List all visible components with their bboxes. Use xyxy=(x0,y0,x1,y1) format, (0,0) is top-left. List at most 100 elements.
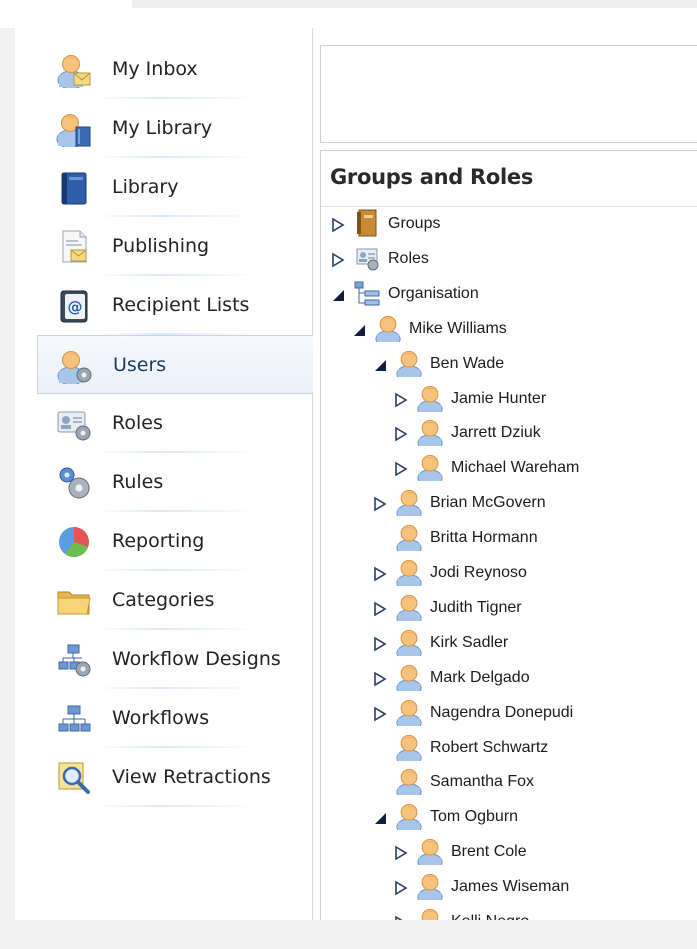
tree-node[interactable]: Judith Tigner xyxy=(321,591,697,625)
tree-node-label: Mike Williams xyxy=(409,320,507,337)
tree-node[interactable]: Ben Wade xyxy=(321,347,697,381)
folder-icon xyxy=(56,583,92,619)
expand-arrow-icon[interactable] xyxy=(394,915,408,920)
gears-icon xyxy=(56,465,92,501)
user-icon xyxy=(395,593,423,621)
top-strip-bar xyxy=(132,0,697,8)
tree-node[interactable]: Samantha Fox xyxy=(321,765,697,799)
sidebar-item-label: Rules xyxy=(112,471,164,493)
tree-node[interactable]: Kirk Sadler xyxy=(321,626,697,660)
tree-node-label: Nagendra Donepudi xyxy=(430,704,574,721)
sidebar-item-reporting[interactable]: Reporting xyxy=(37,512,312,571)
expand-arrow-icon[interactable] xyxy=(373,566,387,582)
sidebar-separator xyxy=(97,805,257,807)
tree-node-label: James Wiseman xyxy=(451,878,570,895)
sidebar-item-recipient-lists[interactable]: @ Recipient Lists xyxy=(37,276,312,335)
tree-node[interactable]: Kelli Negro xyxy=(321,905,697,920)
content-area: Groups and Roles Groups Roles Organisation… xyxy=(313,28,697,920)
sidebar-item-label: Publishing xyxy=(112,235,210,257)
expand-arrow-icon[interactable] xyxy=(373,601,387,617)
workflow-gear-icon xyxy=(56,642,92,678)
expand-arrow-icon[interactable] xyxy=(394,880,408,896)
tree-node-label: Britta Hormann xyxy=(430,529,538,546)
user-icon xyxy=(416,907,444,920)
sidebar-item-users[interactable]: Users xyxy=(37,335,313,394)
tree-node[interactable]: Organisation xyxy=(321,277,697,311)
user-icon xyxy=(374,314,402,342)
sidebar-item-label: Roles xyxy=(112,412,163,434)
id-card-gear-icon xyxy=(56,406,92,442)
tree-node[interactable]: Jodi Reynoso xyxy=(321,556,697,590)
tree-node-label: Groups xyxy=(388,215,441,232)
sidebar-item-workflows[interactable]: Workflows xyxy=(37,689,312,748)
expand-arrow-icon[interactable] xyxy=(394,461,408,477)
user-icon xyxy=(416,384,444,412)
user-icon xyxy=(395,663,423,691)
user-icon xyxy=(416,872,444,900)
collapse-arrow-icon[interactable] xyxy=(373,810,387,826)
tree-node[interactable]: Roles xyxy=(321,242,697,276)
expand-arrow-icon[interactable] xyxy=(394,392,408,408)
expand-arrow-icon[interactable] xyxy=(331,252,345,268)
user-icon xyxy=(416,453,444,481)
tree-node-label: Jodi Reynoso xyxy=(430,564,527,581)
user-library-icon xyxy=(56,111,92,147)
user-mail-icon xyxy=(56,52,92,88)
magnifier-icon xyxy=(56,760,92,796)
tree-node[interactable]: Groups xyxy=(321,207,697,241)
top-strip xyxy=(0,0,697,28)
tree-node[interactable]: Jarrett Dziuk xyxy=(321,416,697,450)
tree-node[interactable]: Brent Cole xyxy=(321,835,697,869)
tree-node-label: Jamie Hunter xyxy=(451,390,547,407)
expand-arrow-icon[interactable] xyxy=(373,671,387,687)
expand-arrow-icon[interactable] xyxy=(373,496,387,512)
tree-node-label: Michael Wareham xyxy=(451,459,580,476)
tree-node[interactable]: Nagendra Donepudi xyxy=(321,696,697,730)
tree-node[interactable]: Jamie Hunter xyxy=(321,382,697,416)
expand-arrow-icon[interactable] xyxy=(394,845,408,861)
tree-node[interactable]: Michael Wareham xyxy=(321,451,697,485)
sidebar-item-my-library[interactable]: My Library xyxy=(37,99,312,158)
sidebar-item-label: Categories xyxy=(112,589,215,611)
collapse-arrow-icon[interactable] xyxy=(373,357,387,373)
sidebar-item-categories[interactable]: Categories xyxy=(37,571,312,630)
org-tree-icon xyxy=(353,279,381,307)
expand-arrow-icon[interactable] xyxy=(331,217,345,233)
tree-node-label: Robert Schwartz xyxy=(430,739,549,756)
tree-node-label: Mark Delgado xyxy=(430,669,530,686)
details-panel xyxy=(320,45,697,143)
app-window: My Inbox My Library Library Publishing @ Rec… xyxy=(15,28,697,920)
sidebar-item-my-inbox[interactable]: My Inbox xyxy=(37,40,312,99)
user-icon xyxy=(395,698,423,726)
expand-arrow-icon[interactable] xyxy=(394,426,408,442)
tree-node-label: Tom Ogburn xyxy=(430,808,519,825)
collapse-arrow-icon[interactable] xyxy=(352,322,366,338)
tree-node[interactable]: James Wiseman xyxy=(321,870,697,904)
user-gear-icon xyxy=(57,348,93,384)
expand-arrow-icon[interactable] xyxy=(373,706,387,722)
sidebar-item-library[interactable]: Library xyxy=(37,158,312,217)
sidebar-item-workflow-designs[interactable]: Workflow Designs xyxy=(37,630,312,689)
sidebar-item-view-retractions[interactable]: View Retractions xyxy=(37,748,312,807)
expand-arrow-icon[interactable] xyxy=(373,636,387,652)
tree-node[interactable]: Mike Williams xyxy=(321,312,697,346)
tree-node[interactable]: Britta Hormann xyxy=(321,521,697,555)
pie-chart-icon xyxy=(56,524,92,560)
tree-node-label: Brent Cole xyxy=(451,843,527,860)
sidebar-item-label: View Retractions xyxy=(112,766,271,788)
sidebar-item-label: Reporting xyxy=(112,530,205,552)
sidebar-item-rules[interactable]: Rules xyxy=(37,453,312,512)
sidebar-item-publishing[interactable]: Publishing xyxy=(37,217,312,276)
sidebar-item-roles[interactable]: Roles xyxy=(37,394,312,453)
tree-node-label: Kelli Negro xyxy=(451,905,529,920)
tree-node[interactable]: Mark Delgado xyxy=(321,661,697,695)
document-mail-icon xyxy=(56,229,92,265)
sidebar: My Inbox My Library Library Publishing @ Rec… xyxy=(15,28,313,920)
tree-node[interactable]: Brian McGovern xyxy=(321,486,697,520)
tree-node[interactable]: Tom Ogburn xyxy=(321,800,697,834)
tree-node-label: Ben Wade xyxy=(430,355,505,372)
tree-node[interactable]: Robert Schwartz xyxy=(321,731,697,765)
user-icon xyxy=(395,802,423,830)
collapse-arrow-icon[interactable] xyxy=(331,287,345,303)
sidebar-item-label: My Inbox xyxy=(112,58,198,80)
